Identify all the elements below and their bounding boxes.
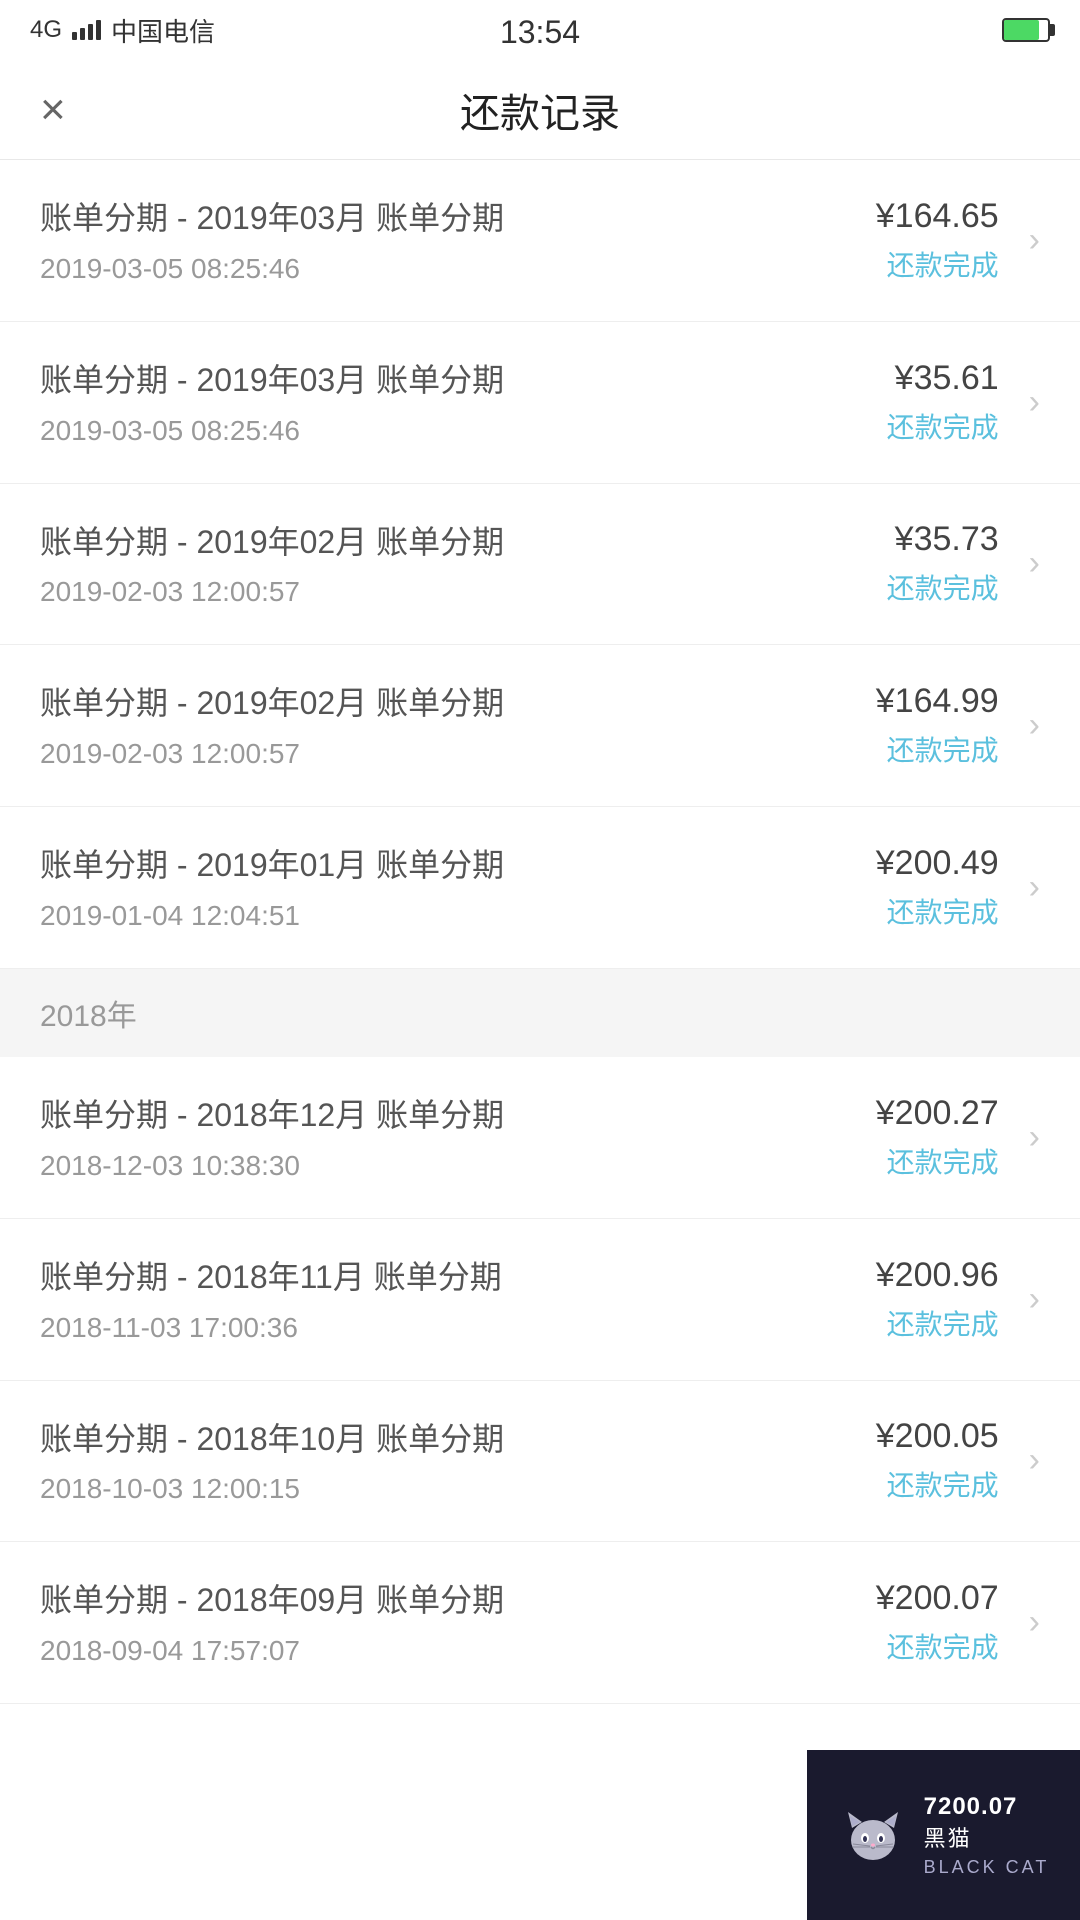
year-section-header: 2018年 <box>0 969 1080 1057</box>
record-status: 还款完成 <box>887 891 999 931</box>
record-date: 2018-09-04 17:57:07 <box>40 1635 876 1667</box>
record-status: 还款完成 <box>887 729 999 769</box>
signal-bars <box>72 20 101 40</box>
watermark-number: 7200.07 <box>924 1793 1050 1821</box>
record-status: 还款完成 <box>887 1141 999 1181</box>
list-item[interactable]: 账单分期 - 2019年03月 账单分期 2019-03-05 08:25:46… <box>0 322 1080 484</box>
record-amount-area: ¥200.07 还款完成 <box>876 1579 999 1666</box>
record-status: 还款完成 <box>887 567 999 607</box>
status-bar: 4G 中国电信 13:54 <box>0 0 1080 60</box>
list-item[interactable]: 账单分期 - 2019年03月 账单分期 2019-03-05 08:25:46… <box>0 160 1080 322</box>
record-title: 账单分期 - 2018年10月 账单分期 <box>40 1417 876 1462</box>
record-title: 账单分期 - 2019年03月 账单分期 <box>40 358 887 403</box>
record-info: 账单分期 - 2019年03月 账单分期 2019-03-05 08:25:46 <box>40 358 887 447</box>
record-status: 还款完成 <box>887 1303 999 1343</box>
chevron-right-icon: › <box>1029 221 1040 260</box>
record-date: 2019-02-03 12:00:57 <box>40 738 876 770</box>
record-amount: ¥35.61 <box>895 359 999 398</box>
chevron-right-icon: › <box>1029 1280 1040 1319</box>
year-label: 2018年 <box>40 1000 137 1033</box>
watermark-brand: 黑猫 <box>924 1821 1050 1853</box>
record-info: 账单分期 - 2019年03月 账单分期 2019-03-05 08:25:46 <box>40 196 876 285</box>
chevron-right-icon: › <box>1029 868 1040 907</box>
record-title: 账单分期 - 2019年03月 账单分期 <box>40 196 876 241</box>
record-amount-area: ¥35.73 还款完成 <box>887 520 999 607</box>
record-amount: ¥35.73 <box>895 520 999 559</box>
chevron-right-icon: › <box>1029 1118 1040 1157</box>
record-date: 2019-01-04 12:04:51 <box>40 900 876 932</box>
record-info: 账单分期 - 2019年02月 账单分期 2019-02-03 12:00:57 <box>40 520 887 609</box>
record-status: 还款完成 <box>887 1626 999 1666</box>
record-title: 账单分期 - 2019年01月 账单分期 <box>40 843 876 888</box>
chevron-right-icon: › <box>1029 1441 1040 1480</box>
record-status: 还款完成 <box>887 406 999 446</box>
record-info: 账单分期 - 2018年09月 账单分期 2018-09-04 17:57:07 <box>40 1578 876 1667</box>
page-header: × 还款记录 <box>0 60 1080 160</box>
record-amount: ¥200.49 <box>876 844 999 883</box>
record-date: 2019-03-05 08:25:46 <box>40 415 887 447</box>
close-button[interactable]: × <box>40 88 66 132</box>
signal-indicator: 4G <box>30 16 62 44</box>
record-status: 还款完成 <box>887 1464 999 1504</box>
record-title: 账单分期 - 2019年02月 账单分期 <box>40 681 876 726</box>
record-amount-area: ¥164.65 还款完成 <box>876 197 999 284</box>
list-item[interactable]: 账单分期 - 2019年02月 账单分期 2019-02-03 12:00:57… <box>0 645 1080 807</box>
record-amount-area: ¥200.96 还款完成 <box>876 1256 999 1343</box>
list-item[interactable]: 账单分期 - 2018年10月 账单分期 2018-10-03 12:00:15… <box>0 1381 1080 1543</box>
chevron-right-icon: › <box>1029 1603 1040 1642</box>
list-item[interactable]: 账单分期 - 2019年01月 账单分期 2019-01-04 12:04:51… <box>0 807 1080 969</box>
battery-fill <box>1004 20 1039 40</box>
record-title: 账单分期 - 2018年12月 账单分期 <box>40 1093 876 1138</box>
cat-logo-area: 7200.07 黑猫 BLACK CAT <box>838 1793 1050 1878</box>
chevron-right-icon: › <box>1029 706 1040 745</box>
record-amount: ¥200.05 <box>876 1417 999 1456</box>
record-date: 2019-02-03 12:00:57 <box>40 576 887 608</box>
carrier-name: 中国电信 <box>111 12 215 49</box>
record-info: 账单分期 - 2019年02月 账单分期 2019-02-03 12:00:57 <box>40 681 876 770</box>
record-date: 2018-12-03 10:38:30 <box>40 1150 876 1182</box>
cat-text-area: 7200.07 黑猫 BLACK CAT <box>924 1793 1050 1878</box>
record-info: 账单分期 - 2018年12月 账单分期 2018-12-03 10:38:30 <box>40 1093 876 1182</box>
list-item[interactable]: 账单分期 - 2019年02月 账单分期 2019-02-03 12:00:57… <box>0 484 1080 646</box>
list-item[interactable]: 账单分期 - 2018年11月 账单分期 2018-11-03 17:00:36… <box>0 1219 1080 1381</box>
record-status: 还款完成 <box>887 244 999 284</box>
status-right <box>1002 18 1050 42</box>
record-amount-area: ¥164.99 还款完成 <box>876 682 999 769</box>
record-amount-area: ¥200.27 还款完成 <box>876 1094 999 1181</box>
record-amount-area: ¥200.05 还款完成 <box>876 1417 999 1504</box>
battery-icon <box>1002 18 1050 42</box>
record-amount: ¥200.27 <box>876 1094 999 1133</box>
record-info: 账单分期 - 2019年01月 账单分期 2019-01-04 12:04:51 <box>40 843 876 932</box>
record-title: 账单分期 - 2019年02月 账单分期 <box>40 520 887 565</box>
record-amount-area: ¥35.61 还款完成 <box>887 359 999 446</box>
record-amount: ¥164.99 <box>876 682 999 721</box>
chevron-right-icon: › <box>1029 544 1040 583</box>
record-amount: ¥200.07 <box>876 1579 999 1618</box>
record-title: 账单分期 - 2018年11月 账单分期 <box>40 1255 876 1300</box>
status-time: 13:54 <box>500 14 580 51</box>
page-title: 还款记录 <box>460 81 620 139</box>
record-date: 2018-11-03 17:00:36 <box>40 1312 876 1344</box>
list-item[interactable]: 账单分期 - 2018年09月 账单分期 2018-09-04 17:57:07… <box>0 1542 1080 1704</box>
status-left: 4G 中国电信 <box>30 12 215 49</box>
record-amount: ¥200.96 <box>876 1256 999 1295</box>
record-title: 账单分期 - 2018年09月 账单分期 <box>40 1578 876 1623</box>
records-list: 账单分期 - 2019年03月 账单分期 2019-03-05 08:25:46… <box>0 160 1080 1704</box>
record-date: 2019-03-05 08:25:46 <box>40 253 876 285</box>
record-info: 账单分期 - 2018年11月 账单分期 2018-11-03 17:00:36 <box>40 1255 876 1344</box>
chevron-right-icon: › <box>1029 383 1040 422</box>
black-cat-watermark: 7200.07 黑猫 BLACK CAT <box>807 1750 1080 1920</box>
watermark-subtitle: BLACK CAT <box>924 1857 1050 1878</box>
record-amount: ¥164.65 <box>876 197 999 236</box>
record-date: 2018-10-03 12:00:15 <box>40 1473 876 1505</box>
record-amount-area: ¥200.49 还款完成 <box>876 844 999 931</box>
record-info: 账单分期 - 2018年10月 账单分期 2018-10-03 12:00:15 <box>40 1417 876 1506</box>
black-cat-icon <box>838 1800 908 1870</box>
list-item[interactable]: 账单分期 - 2018年12月 账单分期 2018-12-03 10:38:30… <box>0 1057 1080 1219</box>
